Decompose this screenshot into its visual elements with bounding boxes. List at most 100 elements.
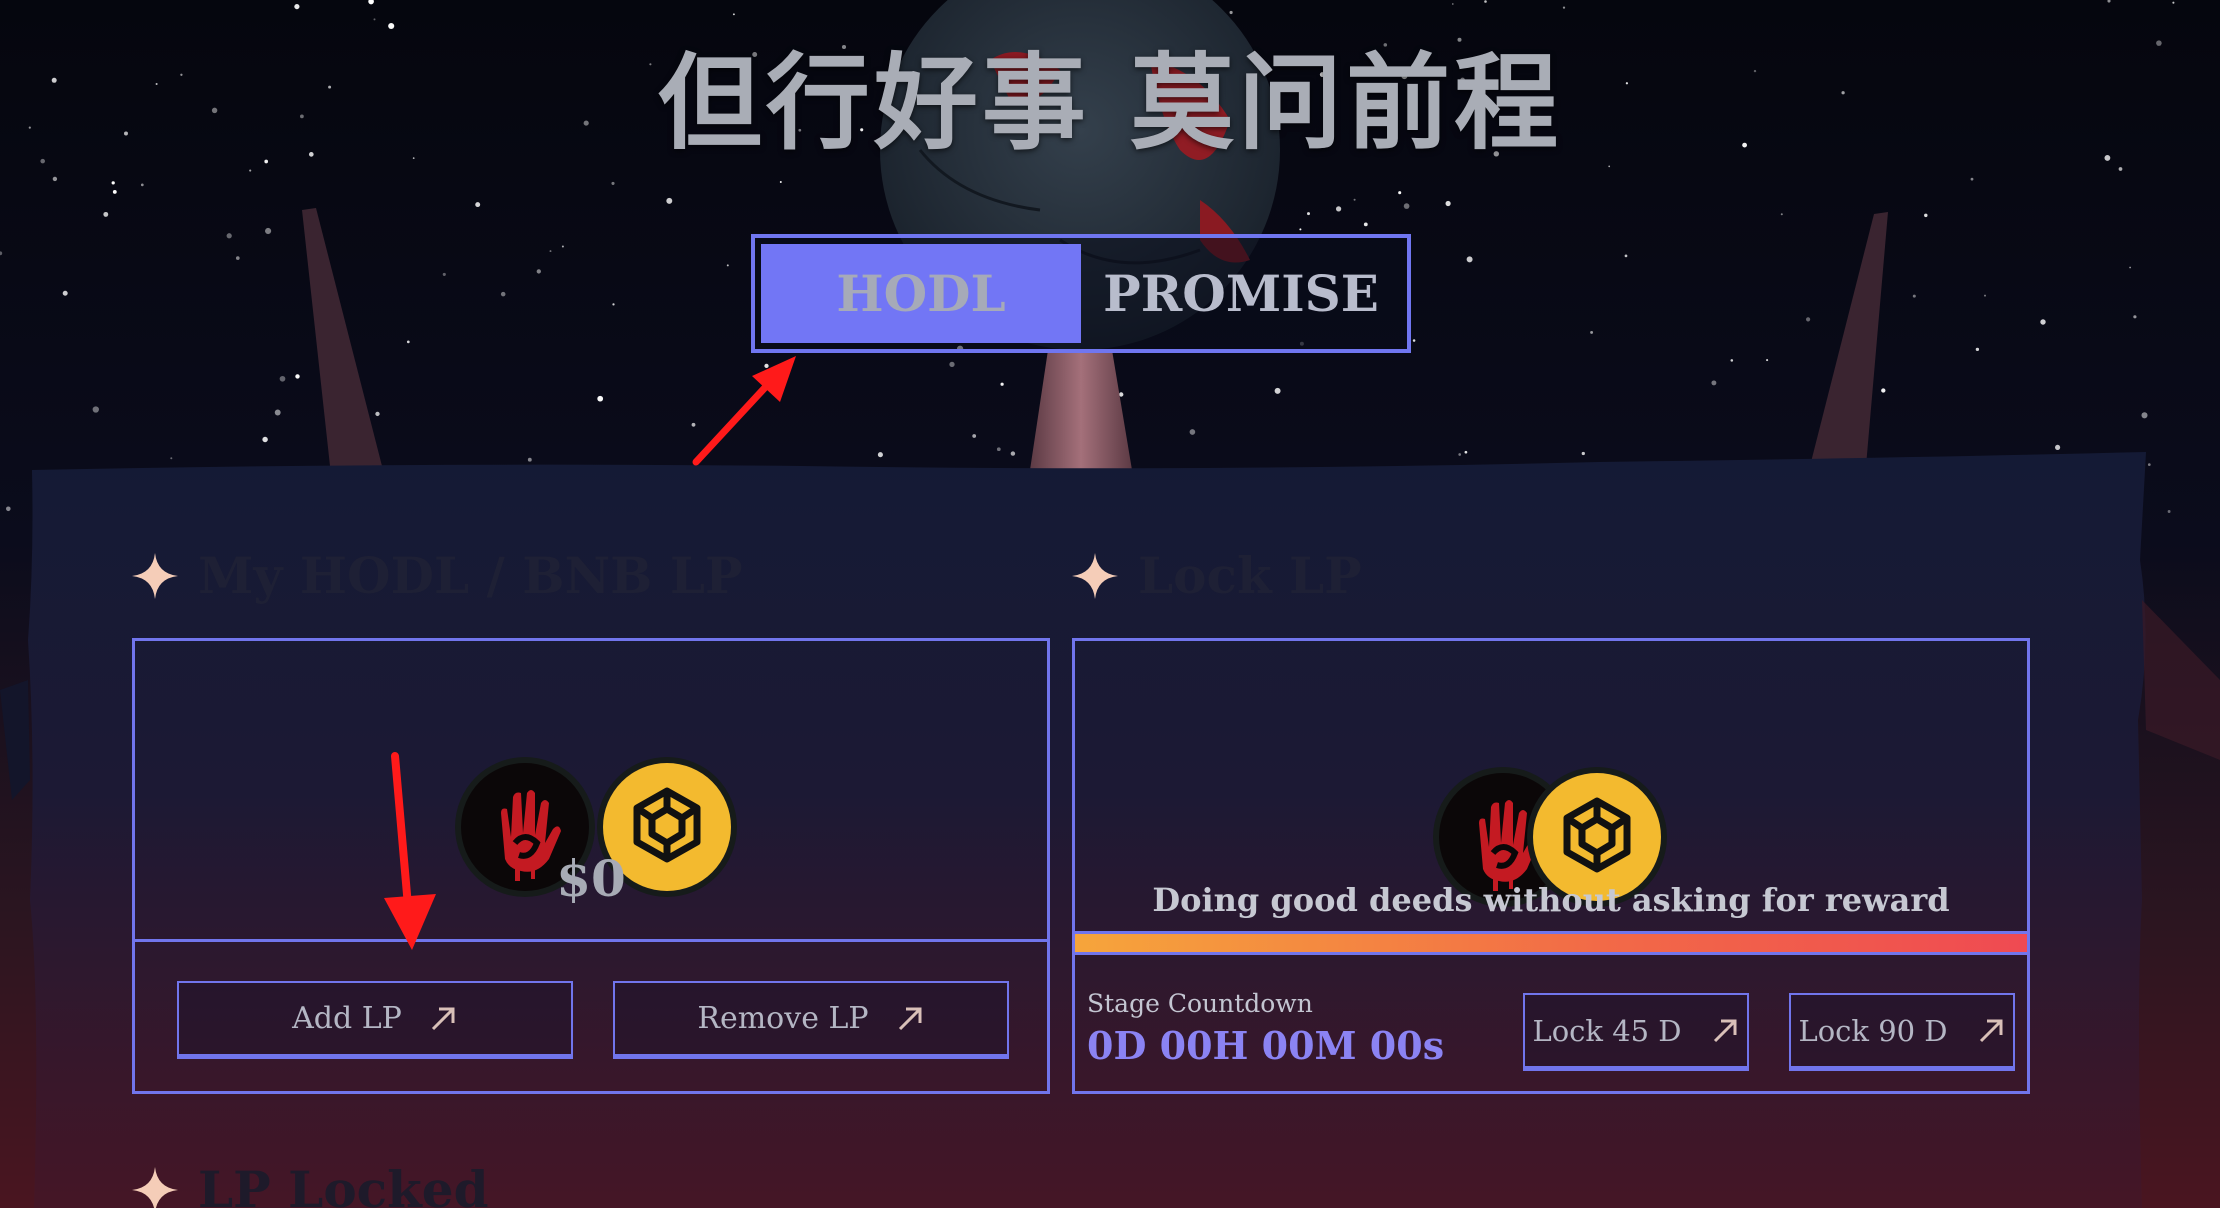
star [666,197,673,204]
star [62,290,68,296]
stage-countdown-value: 0D 00H 00M 00s [1087,1023,1445,1068]
star [274,409,281,416]
hero-title: 但行好事 莫问前程 [657,42,1563,164]
my-lp-heading: My HODL / BNB LP [132,546,743,605]
my-lp-heading-text: My HODL / BNB LP [198,546,743,605]
star [1924,213,1928,218]
star [1458,453,1462,456]
star [549,250,552,253]
star [1403,203,1410,209]
star [295,374,300,379]
star [375,411,380,417]
star [294,4,300,10]
tab-hodl[interactable]: HODL [761,244,1081,343]
star [1335,206,1342,212]
star [140,183,144,187]
star [527,457,532,462]
sparkle-icon [132,552,178,599]
lock-lp-card: Doing good deeds without asking for rewa… [1072,638,2030,1094]
star [691,422,696,427]
star [1780,213,1783,216]
star [1229,10,1233,15]
star [1307,212,1310,216]
star [1590,330,1594,334]
arrow-up-right-icon [431,1007,455,1030]
star [1970,177,1974,181]
stage-countdown-label: Stage Countdown [1087,989,1313,1018]
star [1562,6,1566,9]
star [536,269,541,274]
star [170,457,173,460]
star [2147,463,2151,466]
add-lp-button[interactable]: Add LP [177,981,573,1059]
star [764,363,769,369]
star [779,181,782,183]
star [262,436,268,443]
star [265,227,272,235]
arrow-up-right-icon [1979,1019,2003,1042]
star [475,202,481,208]
star [1353,198,1356,201]
star [279,375,286,382]
star [1363,222,1368,227]
star [235,256,240,260]
star [1299,228,1302,231]
lock-90-days-button[interactable]: Lock 90 D [1789,993,2015,1071]
star [1274,387,1281,394]
arrow-up-right-icon [898,1007,922,1030]
star [1881,388,1886,393]
star [1484,0,1487,3]
lock-progress-fill [1075,934,2027,952]
star [1975,347,1980,352]
star [112,189,117,194]
star [1581,451,1585,456]
star [2172,1,2175,4]
lock-tagline: Doing good deeds without asking for rewa… [1152,881,1950,919]
my-lp-value: $0 [556,849,626,908]
star [949,361,955,368]
star [500,291,506,297]
star [1464,450,1468,454]
lock-90-label: Lock 90 D [1798,1013,1948,1048]
star [103,211,109,217]
star [612,303,615,306]
star [92,406,99,413]
star [1010,451,1016,456]
star [726,264,729,267]
star [6,506,11,512]
star [597,395,604,402]
star [1912,294,1916,298]
star [1730,359,1734,362]
star [611,181,615,185]
star [2133,315,2137,319]
star [1984,294,1986,297]
star [442,272,446,276]
star [1466,256,1473,263]
lock-45-days-button[interactable]: Lock 45 D [1523,993,1749,1071]
star [52,176,58,182]
star [996,447,1001,452]
star [972,434,977,438]
card-divider [135,939,1047,942]
my-lp-card: $0 Add LP Remove LP [132,638,1050,1094]
star [2129,266,2131,269]
star [1445,200,1451,207]
star [111,181,115,185]
remove-lp-button[interactable]: Remove LP [613,981,1009,1059]
star [1412,339,1416,342]
tab-promise[interactable]: PROMISE [1081,244,1401,343]
sparkle-icon [132,1166,178,1208]
arrow-up-right-icon [1713,1019,1737,1042]
star [1766,359,1769,362]
star [2167,510,2171,513]
sparkle-icon [1072,552,1118,599]
star [561,245,564,248]
star [1624,254,1628,258]
star [2141,412,2148,419]
tab-switcher: HODL PROMISE [751,234,1411,353]
star [1000,382,1004,386]
lock-progress-bar [1075,931,2027,955]
lp-locked-heading: LP Locked [132,1160,489,1208]
main-panel: My HODL / BNB LP $0 Add LP Remove LP Loc… [32,466,2138,1208]
add-lp-label: Add LP [292,1001,402,1036]
